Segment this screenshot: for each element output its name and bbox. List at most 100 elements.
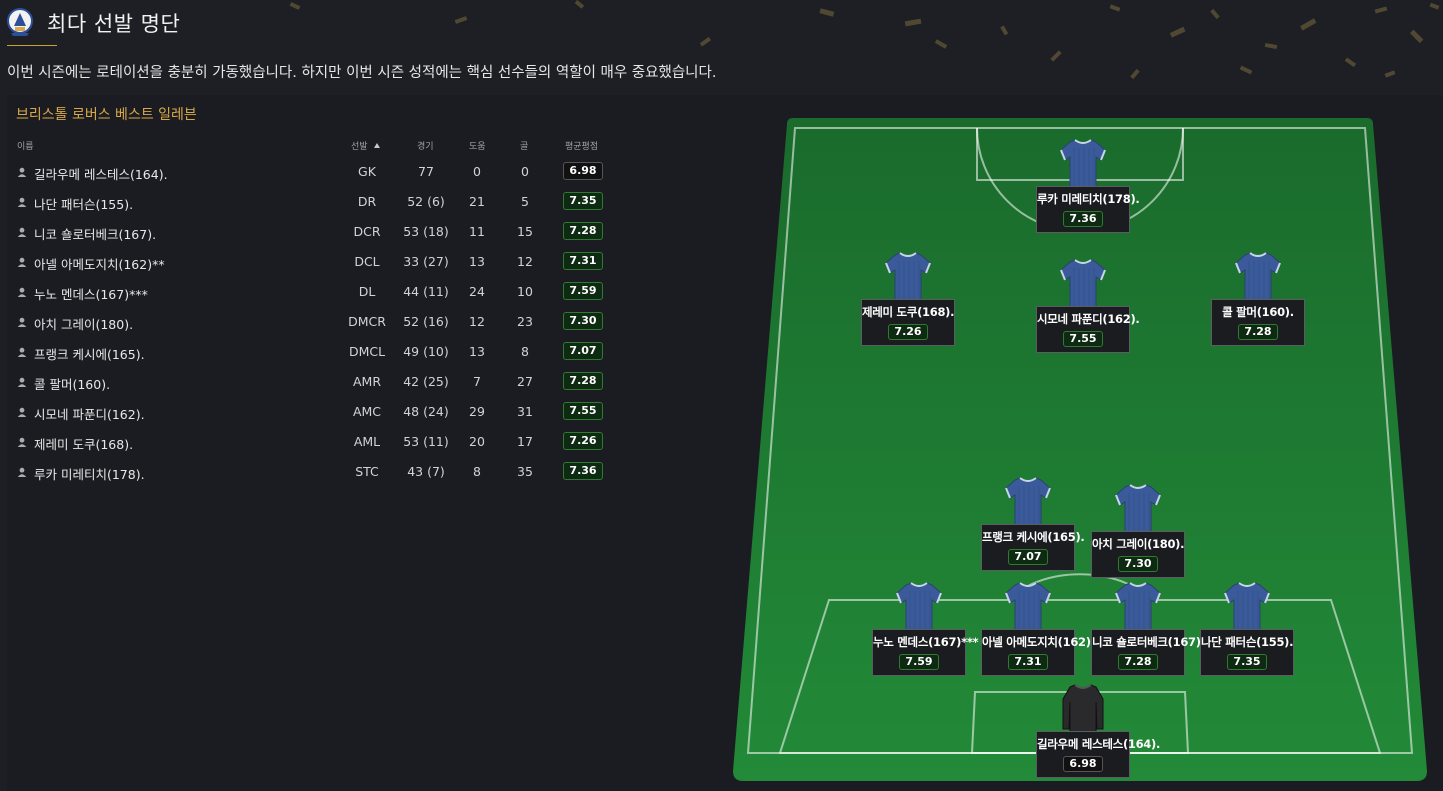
pitch-player-dl[interactable]: 누노 멘데스(167)*** 7.59 [872,581,979,676]
outfield-shirt-icon [1060,259,1106,308]
player-name[interactable]: 누노 멘데스(167)*** [34,284,148,303]
pitch-player-gk[interactable]: 길라우메 레스테스(164). 6.98 [1036,683,1160,778]
player-assists: 21 [469,194,485,209]
pitch-player-dmcl[interactable]: 프랭크 케시에(165). 7.07 [981,476,1085,571]
header-rating[interactable]: 평균평점 [565,139,598,152]
player-name[interactable]: 프랭크 케시에(165). [34,344,145,363]
pitch-player-dcr[interactable]: 니코 숄로터베크(167). 7.28 [1091,581,1205,676]
player-name[interactable]: 나단 패터슨(155). [34,194,133,213]
pitch-player-name: 제레미 도쿠(168). [862,305,955,319]
player-name[interactable]: 제레미 도쿠(168). [34,434,133,453]
pitch-player-dcl[interactable]: 아넬 아메도지치(162)** 7.31 [981,581,1102,676]
pitch-player-rating: 7.36 [1063,211,1103,227]
player-person-icon [17,197,27,207]
table-row[interactable]: 누노 멘데스(167)*** DL 44 (11) 24 10 7.59 [7,277,617,307]
player-person-icon [17,317,27,327]
player-name[interactable]: 니코 숄로터베크(167). [34,224,156,243]
pitch-player-rating: 7.30 [1118,556,1158,572]
table-row[interactable]: 시모네 파푼디(162). AMC 48 (24) 29 31 7.55 [7,397,617,427]
player-rating-badge: 7.28 [563,372,603,390]
player-nameplate: 아치 그레이(180). 7.30 [1091,531,1185,578]
player-rating-badge: 7.30 [563,312,603,330]
player-position: GK [358,164,376,179]
player-name[interactable]: 콜 팔머(160). [34,374,110,393]
player-person-icon [17,377,27,387]
outfield-shirt-icon [1005,477,1051,526]
player-rating-badge: 7.28 [563,222,603,240]
player-nameplate: 제레미 도쿠(168). 7.26 [861,299,955,346]
header-apps[interactable]: 경기 [417,139,434,152]
outfield-shirt-icon [1115,484,1161,533]
table-row[interactable]: 제레미 도쿠(168). AML 53 (11) 20 17 7.26 [7,427,617,457]
player-nameplate: 누노 멘데스(167)*** 7.59 [872,629,979,676]
player-apps: 48 (24) [403,404,449,419]
table-row[interactable]: 나단 패터슨(155). DR 52 (6) 21 5 7.35 [7,187,617,217]
player-name[interactable]: 아치 그레이(180). [34,314,133,333]
player-name[interactable]: 길라우메 레스테스(164). [34,164,168,183]
table-row[interactable]: 콜 팔머(160). AMR 42 (25) 7 27 7.28 [7,367,617,397]
table-row[interactable]: 길라우메 레스테스(164). GK 77 0 0 6.98 [7,157,617,187]
player-goals: 27 [517,374,533,389]
player-rating-badge: 7.55 [563,402,603,420]
pitch-player-stc[interactable]: 루카 미레티치(178). 7.36 [1036,138,1140,233]
header-position[interactable]: 선발 [351,139,380,152]
outfield-shirt-icon [1060,139,1106,188]
player-assists: 13 [469,254,485,269]
player-name[interactable]: 시모네 파푼디(162). [34,404,145,423]
player-assists: 24 [469,284,485,299]
pitch-player-rating: 7.28 [1238,324,1278,340]
player-assists: 0 [473,164,481,179]
player-nameplate: 길라우메 레스테스(164). 6.98 [1036,731,1160,778]
player-person-icon [17,257,27,267]
table-row[interactable]: 아넬 아메도지치(162)** DCL 33 (27) 13 12 7.31 [7,247,617,277]
table-header: 이름 선발 경기 도움 골 평균평점 [7,135,617,157]
player-assists: 12 [469,314,485,329]
player-goals: 12 [517,254,533,269]
outfield-shirt-icon [1235,252,1281,301]
player-rating-badge: 7.59 [563,282,603,300]
player-name[interactable]: 루카 미레티치(178). [34,464,145,483]
pitch-player-rating: 7.07 [1008,549,1048,565]
pitch-player-amc[interactable]: 시모네 파푼디(162). 7.55 [1036,258,1140,353]
title-underline [7,45,57,46]
player-assists: 13 [469,344,485,359]
best-eleven-panel: 브리스톨 로버스 베스트 일레븐 이름 선발 경기 도움 골 평균평점 길라우메… [7,95,1443,791]
player-goals: 10 [517,284,533,299]
table-row[interactable]: 루카 미레티치(178). STC 43 (7) 8 35 7.36 [7,457,617,487]
player-assists: 8 [473,464,481,479]
pitch-player-name: 누노 멘데스(167)*** [873,635,979,649]
player-person-icon [17,287,27,297]
sort-ascending-icon [373,143,380,148]
player-assists: 29 [469,404,485,419]
pitch-player-dr[interactable]: 나단 패터슨(155). 7.35 [1200,581,1294,676]
page-header: 최다 선발 명단 이번 시즌에는 로테이션을 충분히 가동했습니다. 하지만 이… [0,0,1443,95]
formation-pitch: 루카 미레티치(178). 7.36 제레미 도쿠(168). 7.26 시모네 파푼디… [730,118,1430,784]
player-apps: 53 (11) [403,434,449,449]
player-apps: 49 (10) [403,344,449,359]
player-apps: 52 (16) [403,314,449,329]
player-goals: 0 [521,164,529,179]
table-row[interactable]: 프랭크 케시에(165). DMCL 49 (10) 13 8 7.07 [7,337,617,367]
pitch-player-aml[interactable]: 제레미 도쿠(168). 7.26 [861,251,955,346]
table-row[interactable]: 니코 숄로터베크(167). DCR 53 (18) 11 15 7.28 [7,217,617,247]
player-goals: 35 [517,464,533,479]
header-assists[interactable]: 도움 [469,139,486,152]
pitch-player-rating: 7.31 [1008,654,1048,670]
player-position: DCL [354,254,380,269]
header-goals[interactable]: 골 [520,139,528,152]
player-person-icon [17,437,27,447]
table-row[interactable]: 아치 그레이(180). DMCR 52 (16) 12 23 7.30 [7,307,617,337]
player-nameplate: 프랭크 케시에(165). 7.07 [981,524,1085,571]
header-name[interactable]: 이름 [17,139,34,152]
pitch-player-rating: 7.35 [1227,654,1267,670]
outfield-shirt-icon [1005,582,1051,631]
panel-title: 브리스톨 로버스 베스트 일레븐 [16,107,197,123]
player-name[interactable]: 아넬 아메도지치(162)** [34,254,165,273]
player-nameplate: 루카 미레티치(178). 7.36 [1036,186,1140,233]
pitch-player-rating: 6.98 [1063,756,1103,772]
pitch-player-amr[interactable]: 콜 팔머(160). 7.28 [1211,251,1305,346]
pitch-player-rating: 7.55 [1063,331,1103,347]
pitch-player-dmcr[interactable]: 아치 그레이(180). 7.30 [1091,483,1185,578]
player-assists: 7 [473,374,481,389]
player-goals: 17 [517,434,533,449]
